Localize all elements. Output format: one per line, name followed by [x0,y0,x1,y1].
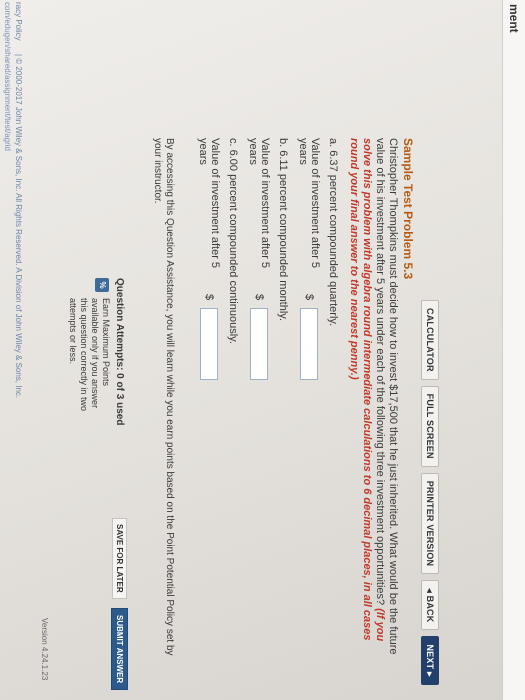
part-a-label: a. 6.37 percent compounded quarterly. [327,138,339,327]
back-button[interactable]: ◂ BACK [421,580,439,631]
part-c-answer-input[interactable] [200,308,218,380]
privacy-policy-link[interactable]: racy Policy [14,2,23,41]
header-bar: ment [502,0,525,700]
problem-title: Sample Test Problem 5.3 [401,138,415,280]
printer-version-button[interactable]: PRINTER VERSION [421,472,439,575]
next-button[interactable]: NEXT ▸ [421,636,439,685]
problem-content: Sample Test Problem 5.3 Christopher Thom… [151,138,415,658]
toolbar: CALCULATOR FULL SCREEN PRINTER VERSION ◂… [421,300,439,685]
submit-answer-button[interactable]: SUBMIT ANSWER [111,608,128,691]
part-c-currency: $ [203,294,215,301]
save-for-later-button[interactable]: SAVE FOR LATER [112,518,127,599]
part-c-field-label: Value of investment after 5 years [197,138,221,269]
part-a-row: Value of investment after 5 years $ [297,138,321,658]
assistance-notice: By accessing this Question Assistance, y… [152,138,175,656]
problem-intro: Christopher Thompkins must decide how to… [347,138,399,658]
earn-points-text: Earn Maximum Points available only if yo… [68,298,111,412]
part-c-row: Value of investment after 5 years $ [197,138,221,658]
footer: racy Policy | © 2000-2017 John Wiley & S… [0,0,25,700]
part-c-label: c. 6.00 percent compounded continuously. [227,138,239,344]
copyright-text: | © 2000-2017 John Wiley & Sons, Inc. Al… [14,54,23,399]
part-a-field-label: Value of investment after 5 years [297,138,321,269]
assignment-page: ment CALCULATOR FULL SCREEN PRINTER VERS… [0,0,525,700]
status-url: com/edugen/shared/assignment/test/agrid [3,2,12,151]
part-a-currency: $ [303,294,315,301]
attempts-counter: Question Attempts: 0 of 3 used [114,278,125,426]
part-b-answer-input[interactable] [250,308,268,380]
part-b-field-label: Value of investment after 5 years [247,138,271,269]
problem-text: Christopher Thompkins must decide how to… [374,138,399,655]
version-label: Version 4.24.1.23 [40,618,49,681]
full-screen-button[interactable]: FULL SCREEN [421,385,439,467]
photo-background: ment CALCULATOR FULL SCREEN PRINTER VERS… [0,0,525,700]
part-b-currency: $ [253,294,265,301]
calculator-button[interactable]: CALCULATOR [421,300,439,380]
header-title: ment [507,4,521,33]
part-b-label: b. 6.11 percent compounded monthly. [277,138,289,322]
percent-icon: % [95,278,109,292]
part-b-row: Value of investment after 5 years $ [247,138,271,658]
part-a-answer-input[interactable] [300,308,318,380]
